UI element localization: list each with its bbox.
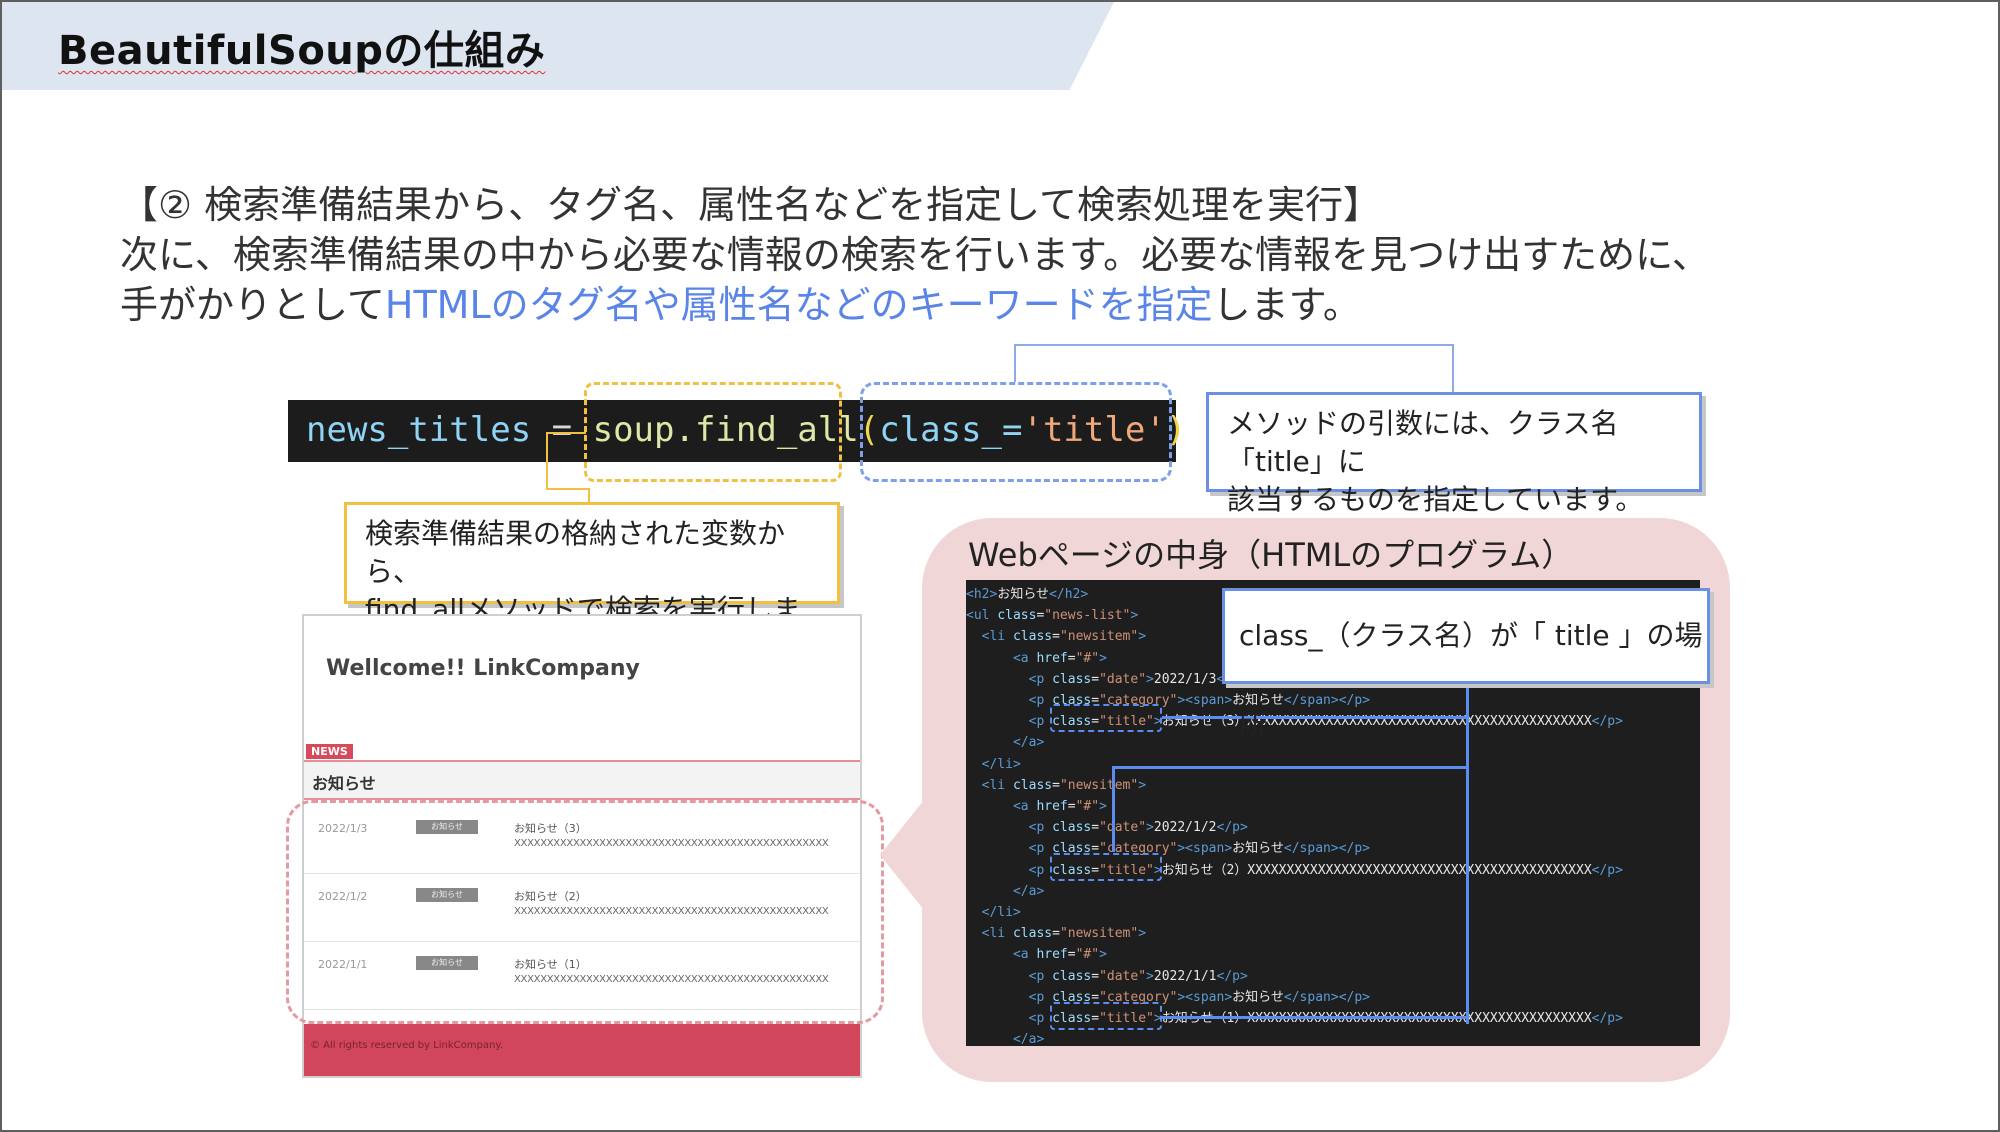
connector-line [1112, 766, 1115, 852]
html-code-line: <li class="newsitem"> [981, 777, 1147, 793]
connector-line [1014, 344, 1454, 346]
argument-callout: メソッドの引数には、クラス名「title」に 該当するものを指定しています。 [1206, 392, 1702, 516]
find-all-callout: 検索準備結果の格納された変数から、 find_allメソッドで検索を実行します。 [344, 502, 840, 664]
intro-line-3-pre: 手がかりとして [120, 283, 385, 327]
intro-line-3: 手がかりとしてHTMLのタグ名や属性名などのキーワードを指定します。 [120, 280, 1820, 330]
connector-line [1466, 684, 1469, 1024]
html-code-line: <li class="newsitem"> [981, 926, 1147, 942]
title-class-highlight [1050, 704, 1162, 732]
argument-highlight-box [860, 382, 1172, 482]
html-code-line: <p class="date">2022/1/2</p> [1028, 820, 1248, 836]
title-class-highlight [1050, 1002, 1162, 1030]
intro-line-3-post: します。 [1212, 283, 1361, 327]
html-code-line: <h2>お知らせ</h2> [966, 587, 1089, 602]
method-highlight-box [584, 382, 842, 482]
news-label: お知らせ [312, 774, 376, 793]
find-all-callout-line-1: 検索準備結果の格納された変数から、 [365, 517, 786, 588]
connector-line [1112, 766, 1468, 769]
intro-line-2: 次に、検索準備結果の中から必要な情報の検索を行います。必要な情報を見つけ出すため… [120, 233, 1710, 277]
connector-line [588, 488, 590, 502]
html-code-line: <p class="category"><span>お知らせ</span></p… [1028, 693, 1370, 708]
html-code-line: </a> [1012, 1032, 1045, 1046]
html-code-line: </a> [1012, 883, 1045, 899]
html-code-line: </li> [981, 905, 1021, 920]
html-code-line: <p class="category"><span>お知らせ</span></p… [1028, 989, 1370, 1005]
argument-callout-line-1: メソッドの引数には、クラス名「title」に [1227, 407, 1619, 478]
connector-line [1014, 344, 1016, 382]
intro-paragraph: 【② 検索準備結果から、タグ名、属性名などを指定して検索処理を実行】 次に、検索… [120, 180, 1820, 330]
html-code-line: </li> [981, 756, 1021, 772]
news-list-highlight-box [286, 800, 884, 1024]
html-code-line: <a href="#"> [1012, 650, 1107, 666]
html-code-line: <p class="category"><span>お知らせ</span></p… [1028, 841, 1370, 857]
html-code-line: <p class="date">2022/1/1</p> [1028, 968, 1248, 984]
html-code-line: <p class="date">2022/1/3</p> [1028, 671, 1248, 687]
html-code-line: <ul class="news-list"> [966, 608, 1139, 624]
html-code-line: <li class="newsitem"> [981, 629, 1147, 645]
connector-line [546, 488, 590, 490]
footer-text: © All rights reserved by LinkCompany. [310, 1040, 504, 1051]
class-location-callout: class_（クラス名）が「 title 」の場所 [1222, 588, 1710, 742]
news-header-bar: お知らせ [304, 760, 860, 800]
connector-line [1452, 344, 1454, 394]
slide-title: BeautifulSoupの仕組み [58, 18, 545, 76]
html-code-line: <a href="#"> [1012, 947, 1107, 963]
slide-title-text: BeautifulSoupの仕組み [58, 28, 546, 74]
intro-highlight: HTMLのタグ名や属性名などのキーワードを指定 [384, 283, 1213, 327]
webpage-title: Wellcome!! LinkCompany [326, 656, 640, 681]
connector-line [1162, 1016, 1468, 1019]
connector-line [546, 432, 548, 490]
argument-callout-line-2: 該当するものを指定しています。 [1227, 483, 1644, 516]
code-variable: news_titles [306, 410, 532, 450]
connector-line [1162, 716, 1468, 719]
intro-line-1: 【② 検索準備結果から、タグ名、属性名などを指定して検索処理を実行】 [120, 183, 1382, 227]
connector-line [546, 432, 586, 434]
news-badge: NEWS [306, 744, 353, 759]
title-class-highlight [1050, 853, 1162, 881]
html-code-line: <a href="#"> [1012, 799, 1107, 814]
webpage-footer: © All rights reserved by LinkCompany. [304, 1024, 860, 1076]
panel-title: Webページの中身（HTMLのプログラム） [968, 536, 1574, 574]
html-code-line: </a> [1012, 735, 1045, 751]
